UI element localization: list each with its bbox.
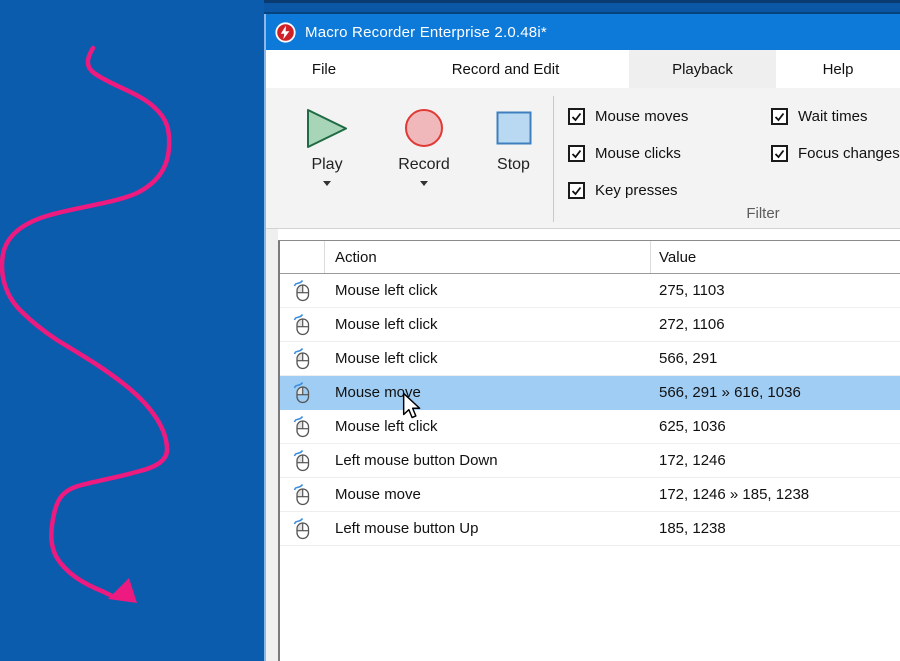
mouse-cursor bbox=[402, 392, 422, 421]
play-dropdown-caret-icon[interactable] bbox=[323, 181, 331, 186]
header-value[interactable]: Value bbox=[651, 241, 900, 273]
menu-tabbar: File Record and Edit Playback Help bbox=[266, 50, 900, 88]
header-icon-column[interactable] bbox=[280, 241, 325, 273]
trail-arrowhead bbox=[108, 578, 137, 603]
play-button[interactable]: Play bbox=[294, 108, 360, 186]
checkbox-focus-changes[interactable]: Focus changes bbox=[771, 145, 900, 162]
mouse-action-icon bbox=[293, 312, 312, 337]
mouse-trail-drawing bbox=[0, 0, 264, 661]
app-window: Macro Recorder Enterprise 2.0.48i* File … bbox=[264, 14, 900, 661]
stop-icon bbox=[496, 111, 532, 145]
checkbox-wait-times[interactable]: Wait times bbox=[771, 108, 867, 125]
record-label: Record bbox=[398, 155, 450, 175]
tab-record-and-edit[interactable]: Record and Edit bbox=[382, 50, 629, 88]
app-icon bbox=[275, 22, 296, 43]
left-gutter bbox=[266, 229, 278, 661]
play-label: Play bbox=[311, 155, 342, 175]
list-header: Action Value bbox=[280, 241, 900, 274]
ribbon-toolbar: Play Record Stop Mou bbox=[266, 88, 900, 229]
record-dropdown-caret-icon[interactable] bbox=[420, 181, 428, 186]
table-row[interactable]: Left mouse button Down 172, 1246 bbox=[280, 444, 900, 478]
checkbox-checked-icon[interactable] bbox=[568, 182, 585, 199]
mouse-action-icon bbox=[293, 482, 312, 507]
table-row-selected[interactable]: Mouse move 566, 291 » 616, 1036 bbox=[280, 376, 900, 410]
checkbox-key-presses[interactable]: Key presses bbox=[568, 182, 678, 199]
table-row[interactable]: Mouse left click 625, 1036 bbox=[280, 410, 900, 444]
mouse-action-icon bbox=[293, 278, 312, 303]
mouse-action-icon bbox=[293, 516, 312, 541]
action-list: Action Value Mouse left click 275, 1103 … bbox=[278, 240, 900, 661]
tab-help[interactable]: Help bbox=[776, 50, 900, 88]
stop-label: Stop bbox=[497, 155, 530, 175]
mouse-action-icon bbox=[293, 346, 312, 371]
tab-file[interactable]: File bbox=[266, 50, 382, 88]
checkbox-checked-icon[interactable] bbox=[568, 108, 585, 125]
filter-group-caption: Filter bbox=[723, 205, 803, 222]
record-icon bbox=[404, 108, 444, 148]
table-row[interactable]: Mouse left click 275, 1103 bbox=[280, 274, 900, 308]
mouse-action-icon bbox=[293, 448, 312, 473]
table-row[interactable]: Mouse left click 566, 291 bbox=[280, 342, 900, 376]
tab-playback[interactable]: Playback bbox=[629, 50, 776, 88]
checkbox-checked-icon[interactable] bbox=[771, 108, 788, 125]
header-action[interactable]: Action bbox=[325, 241, 651, 273]
checkbox-mouse-clicks[interactable]: Mouse clicks bbox=[568, 145, 681, 162]
checkbox-checked-icon[interactable] bbox=[771, 145, 788, 162]
window-title: Macro Recorder Enterprise 2.0.48i* bbox=[305, 24, 547, 41]
desktop-strip-above-window bbox=[264, 0, 900, 14]
mouse-action-icon bbox=[293, 414, 312, 439]
titlebar: Macro Recorder Enterprise 2.0.48i* bbox=[266, 14, 900, 50]
content-area: Action Value Mouse left click 275, 1103 … bbox=[266, 229, 900, 661]
table-row[interactable]: Mouse move 172, 1246 » 185, 1238 bbox=[280, 478, 900, 512]
stop-button[interactable]: Stop bbox=[486, 108, 541, 175]
checkbox-checked-icon[interactable] bbox=[568, 145, 585, 162]
mouse-action-icon bbox=[293, 380, 312, 405]
table-row[interactable]: Mouse left click 272, 1106 bbox=[280, 308, 900, 342]
toolbar-divider bbox=[553, 96, 554, 222]
checkbox-mouse-moves[interactable]: Mouse moves bbox=[568, 108, 688, 125]
record-button[interactable]: Record bbox=[388, 108, 460, 186]
table-row[interactable]: Left mouse button Up 185, 1238 bbox=[280, 512, 900, 546]
play-icon bbox=[306, 108, 348, 149]
